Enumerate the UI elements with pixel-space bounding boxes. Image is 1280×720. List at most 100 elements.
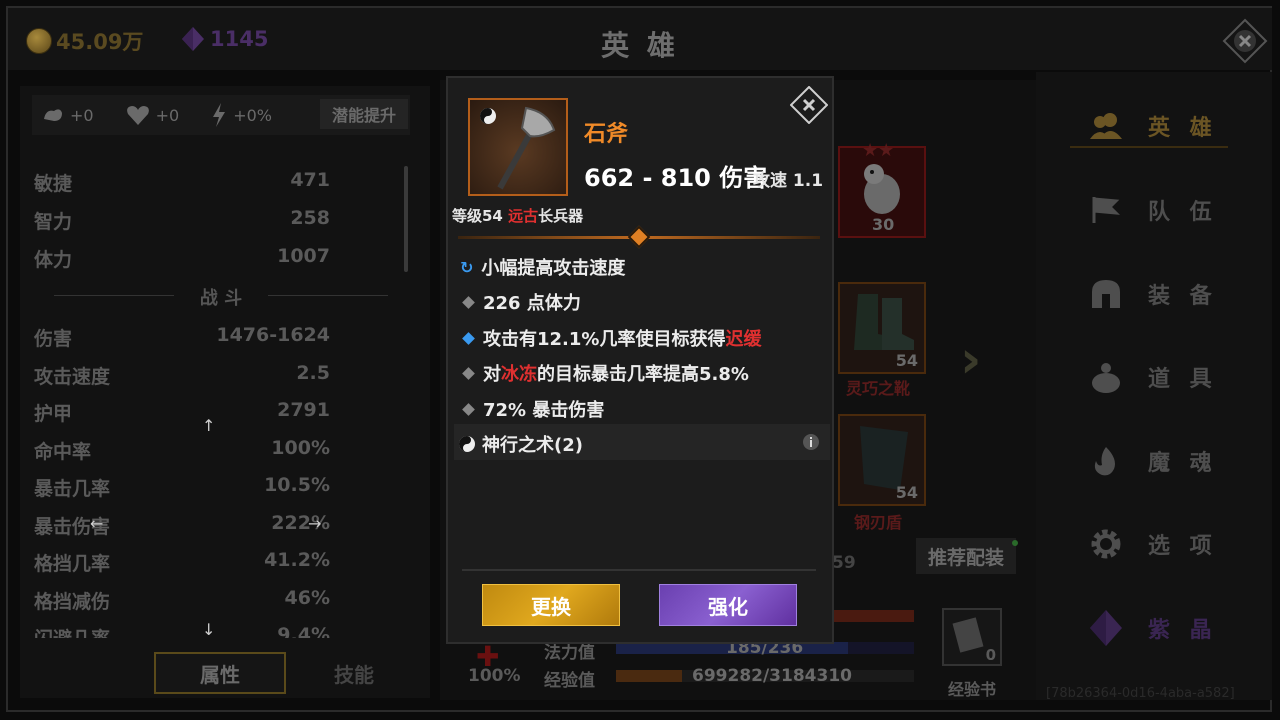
nav-team[interactable]: 队 伍 bbox=[1088, 188, 1248, 232]
bag-icon bbox=[1092, 363, 1120, 393]
stat-value: 41.2% bbox=[264, 549, 330, 571]
stat-label: 护甲 bbox=[34, 403, 73, 425]
gear-icon bbox=[1091, 529, 1121, 559]
exp-label: 经验值 bbox=[544, 671, 595, 691]
item-icon-frame bbox=[468, 98, 568, 196]
item-attribute: 对冰冻 的目标暴击几率提高5.8% bbox=[460, 360, 749, 386]
exp-book-count: 0 bbox=[985, 646, 996, 664]
item-level: 等级54 bbox=[452, 207, 503, 225]
stat-value: 9.4% bbox=[277, 624, 330, 638]
divider bbox=[462, 569, 816, 571]
combat-section-title: 战 斗 bbox=[54, 284, 388, 310]
nav-label: 道 具 bbox=[1148, 367, 1218, 392]
strength-buff: +0 bbox=[42, 105, 94, 125]
diamond-bullet-icon bbox=[462, 366, 475, 380]
tab-skills[interactable]: 技能 bbox=[288, 652, 420, 694]
slot-item-name: 灵巧之靴 bbox=[846, 379, 911, 398]
attribute-text: 的目标暴击几率提高5.8% bbox=[537, 364, 749, 385]
item-rarity: 远古 bbox=[508, 207, 539, 225]
item-attribute: ↻ 小幅提高攻击速度 bbox=[460, 254, 625, 280]
watermark-text: [78b26364-0d16-4aba-a582] bbox=[1046, 686, 1235, 701]
yin-yang-icon bbox=[459, 436, 475, 452]
slot-level: 54 bbox=[895, 351, 918, 370]
flame-icon bbox=[1094, 447, 1115, 476]
item-attack-speed: 攻速 1.1 bbox=[753, 166, 823, 191]
stat-value: 1007 bbox=[277, 245, 330, 267]
stat-label: 智力 bbox=[34, 211, 73, 233]
nav-label: 紫 晶 bbox=[1148, 618, 1218, 643]
attribute-text: 226 点体力 bbox=[483, 293, 581, 314]
attribute-highlight: 迟缓 bbox=[725, 329, 762, 350]
attribute-text: 对 bbox=[483, 364, 501, 385]
arrow-up-icon: ↑ bbox=[202, 416, 216, 435]
nav-options[interactable]: 选 项 bbox=[1088, 522, 1248, 566]
nav-equipment[interactable]: 装 备 bbox=[1088, 272, 1248, 316]
stat-label: 闪避几率 bbox=[34, 624, 110, 638]
health-buff: +0 bbox=[126, 104, 180, 126]
strength-buff-value: +0 bbox=[70, 105, 94, 125]
chevron-right-icon[interactable]: › bbox=[960, 330, 981, 390]
stat-label: 体力 bbox=[34, 249, 73, 271]
set-bonus: 神行之术(2) bbox=[458, 431, 583, 457]
equipment-slot-boots[interactable]: 54 bbox=[838, 282, 926, 374]
attribute-text: 72% 暴击伤害 bbox=[483, 400, 605, 421]
stat-row: 体力 1007 bbox=[34, 245, 330, 272]
stat-label: 格挡减伤 bbox=[34, 591, 111, 613]
set-name: 神行之术(2) bbox=[482, 435, 583, 456]
lightning-icon bbox=[213, 103, 226, 127]
amethyst-icon bbox=[1090, 610, 1122, 646]
equipment-slot-shield[interactable]: 54 bbox=[838, 414, 926, 506]
stat-row: 命中率 100% bbox=[34, 437, 330, 464]
attribute-text: 小幅提高攻击速度 bbox=[481, 258, 626, 279]
item-level-line: 等级54 远古长兵器 bbox=[452, 205, 583, 226]
recommend-loadout-button[interactable]: 推荐配装 bbox=[916, 538, 1016, 574]
nav-label: 装 备 bbox=[1148, 284, 1218, 309]
nav-heroes[interactable]: 英 雄 bbox=[1088, 104, 1248, 148]
helmet-icon bbox=[1092, 280, 1120, 308]
nav-souls[interactable]: 魔 魂 bbox=[1088, 439, 1248, 483]
info-icon[interactable] bbox=[802, 433, 820, 451]
exp-value: 699282/3184310 bbox=[692, 666, 852, 686]
upgrade-button[interactable]: 强化 bbox=[659, 584, 797, 626]
tab-attributes[interactable]: 属性 bbox=[154, 652, 286, 694]
nav-items[interactable]: 道 具 bbox=[1088, 355, 1248, 399]
arrow-left-icon: ← bbox=[90, 514, 104, 533]
exp-book-slot[interactable]: 0 bbox=[942, 608, 1002, 666]
stat-row: 敏捷 471 bbox=[34, 169, 330, 196]
health-buff-value: +0 bbox=[155, 105, 180, 125]
arrow-down-icon: ↓ bbox=[202, 620, 216, 639]
stat-row: 暴击几率 10.5% bbox=[34, 474, 330, 501]
diamond-bullet-icon bbox=[462, 402, 475, 416]
speed-buff-value: +0% bbox=[233, 105, 272, 125]
stat-label: 命中率 bbox=[34, 441, 92, 463]
strength-arm-icon bbox=[44, 109, 62, 121]
stat-value: 100% bbox=[271, 437, 330, 459]
close-icon[interactable] bbox=[1222, 18, 1268, 64]
stone-axe-icon bbox=[480, 106, 556, 190]
nav-label: 英 雄 bbox=[1148, 116, 1218, 141]
item-damage: 662 - 810 伤害 bbox=[584, 164, 768, 192]
stat-row: 格挡减伤 46% bbox=[34, 587, 330, 614]
stat-value: 10.5% bbox=[264, 474, 330, 496]
partial-stat-value: 59 bbox=[832, 553, 856, 573]
health-percent: 100% bbox=[468, 666, 521, 686]
slot-level: 30 bbox=[872, 215, 895, 234]
nav-amethyst[interactable]: 紫 晶 bbox=[1088, 606, 1248, 650]
item-attribute: 72% 暴击伤害 bbox=[460, 396, 604, 422]
nav-label: 魔 魂 bbox=[1148, 451, 1218, 476]
stat-row: 护甲 2791 bbox=[34, 399, 330, 426]
heart-icon bbox=[126, 106, 149, 125]
nav-label: 选 项 bbox=[1148, 534, 1218, 559]
diamond-bullet-icon bbox=[462, 295, 475, 309]
heroes-icon bbox=[1090, 113, 1122, 139]
item-attribute: 攻击有12.1%几率使目标获得 迟缓 bbox=[460, 325, 761, 351]
close-icon[interactable] bbox=[790, 86, 828, 124]
stats-scrollbar[interactable] bbox=[404, 166, 408, 272]
speed-buff: +0% bbox=[211, 103, 272, 127]
stat-row: 暴击伤害 222% bbox=[34, 512, 330, 539]
stat-row: 闪避几率 9.4% bbox=[34, 624, 330, 638]
attribute-highlight: 冰冻 bbox=[501, 364, 537, 385]
swap-button[interactable]: 更换 bbox=[482, 584, 620, 626]
page-title: 英 雄 bbox=[601, 29, 679, 62]
potential-upgrade-button[interactable]: 潜能提升 bbox=[320, 99, 408, 129]
